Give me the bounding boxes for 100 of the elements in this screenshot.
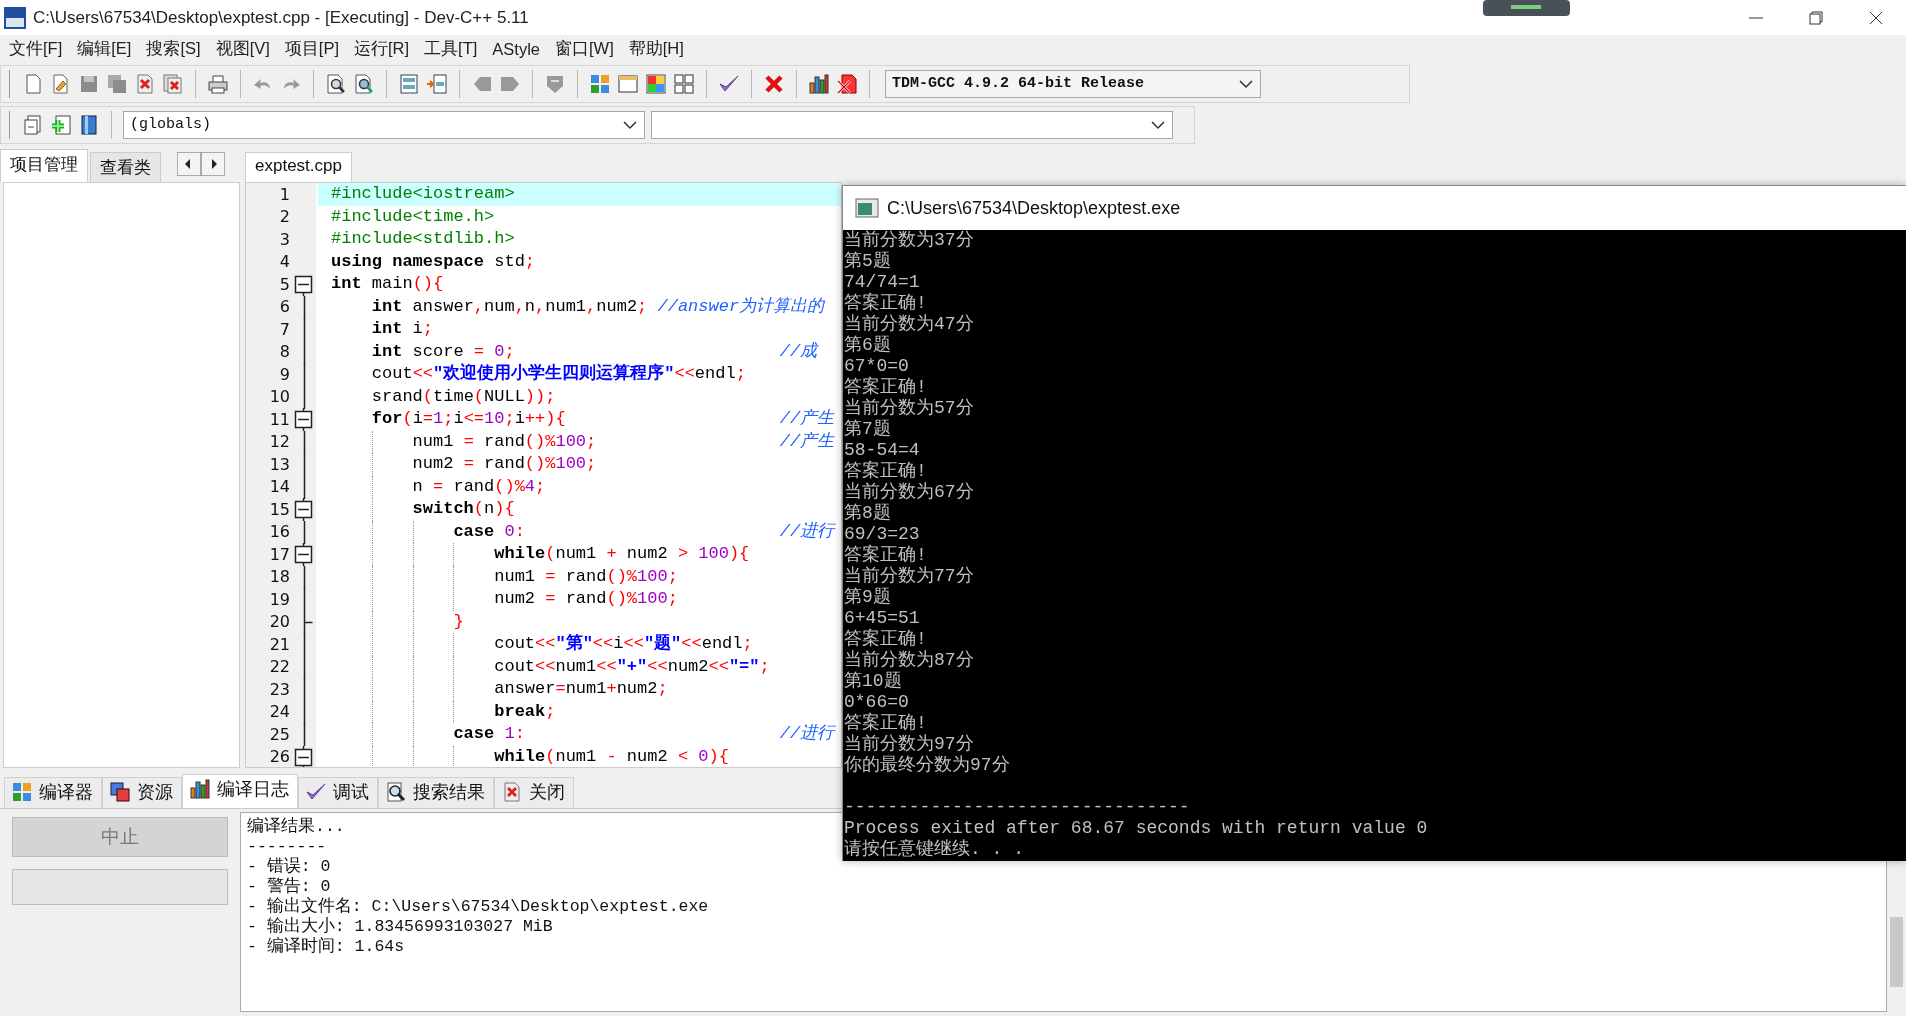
restore-icon [1809,10,1823,25]
scope-dropdown[interactable]: (globals) [123,110,645,139]
line-number: 12 [268,432,291,452]
menu-item[interactable]: 运行[R] [348,38,419,60]
line-number: 26 [268,747,291,767]
line-number: 20 [268,612,291,632]
console-line: 答案正确! [844,461,927,482]
line-number: 4 [278,252,291,272]
code-line: #include<stdlib.h> [331,229,515,248]
console-line: 第8题 [844,503,891,524]
close-icon [501,781,523,803]
line-number: 13 [268,454,291,474]
console-line: 当前分数为77分 [844,566,974,587]
code-line: #include<iostream> [331,184,515,203]
menu-item[interactable]: 窗口[W] [549,38,623,60]
code-comment: //进行 [779,520,835,543]
code-line: while(num1 + num2 > 100){ [493,544,750,563]
stop-icon[interactable] [763,72,785,95]
replace-icon[interactable] [353,72,375,95]
menu-item[interactable]: 视图[V] [209,38,279,60]
line-number: 11 [268,409,291,429]
console-line: 58-54=4 [844,440,920,460]
file-tab[interactable]: exptest.cpp [245,152,352,182]
menu-item[interactable]: AStyle [486,39,550,59]
line-number: 22 [268,657,291,677]
code-line: case 1: [452,724,525,743]
log-line: 编译结果... [247,817,345,837]
panel-tab[interactable]: 资源 [102,777,182,808]
menu-item[interactable]: 项目[P] [278,38,348,60]
overlap-squares-icon [109,781,131,803]
delete-document-icon[interactable] [836,72,858,95]
console-line: 当前分数为37分 [844,230,974,251]
line-number: 15 [268,499,291,519]
find-icon[interactable] [325,72,347,95]
console-line: 答案正确! [844,713,927,734]
log-line: - 输出文件名: C:\Users\67534\Desktop\exptest.exe [247,897,709,917]
console-line: 6+45=51 [844,608,920,628]
code-comment: //产生 [779,408,835,430]
menu-item[interactable]: 编辑[E] [71,38,141,60]
code-line: num2 = rand()%100; [493,589,678,608]
console-line: 第9题 [844,587,891,608]
add-icon[interactable] [50,113,72,136]
bar-chart-icon[interactable] [808,72,830,95]
menu-item[interactable]: 工具[T] [418,38,487,60]
console-line: 你的最终分数为97分 [844,755,1010,776]
panel-tab[interactable]: 调试 [298,777,378,808]
app-logo-icon [3,5,27,30]
code-line: answer=num1+num2; [493,679,668,698]
console-line: Process exited after 68.67 seconds with return value 0 [844,818,1428,839]
panel-tab[interactable]: 搜索结果 [378,777,494,808]
panel-tab[interactable]: 项目管理 [0,149,88,182]
line-number: 16 [268,522,291,542]
minimize-icon [1749,16,1763,19]
menu-item[interactable]: 文件[F] [3,38,72,60]
color-grid-icon[interactable] [645,72,667,95]
code-line: switch(n){ [411,499,515,518]
line-number: 6 [278,297,291,317]
documents-icon[interactable] [22,113,44,136]
line-number: 24 [268,702,291,722]
panel-icon[interactable] [398,72,420,95]
outline-grid-icon[interactable] [673,72,695,95]
book-icon[interactable] [78,113,100,136]
console-line: 0*66=0 [844,692,909,712]
menu-item[interactable]: 搜索[S] [140,38,210,60]
panel-tab[interactable]: 编译日志 [182,774,298,808]
code-line: num1 = rand()%100; [411,431,597,451]
console-line: -------------------------------- [844,796,1190,818]
log-line: - 错误: 0 [247,857,331,877]
log-line: - 警告: 0 [247,877,331,897]
print-icon[interactable] [207,72,229,95]
line-number: 19 [268,589,291,609]
code-line: for(i=1;i<=10;i++){ [370,409,566,428]
grid-icon[interactable] [589,72,611,95]
console-line: 第5题 [844,251,891,272]
code-line: case 0: [452,521,525,541]
compiler-dropdown[interactable]: TDM-GCC 4.9.2 64-bit Release [885,69,1261,98]
panel-tab[interactable]: 编译器 [4,777,102,808]
save-all-icon[interactable] [106,72,128,95]
line-number: 10 [268,387,291,407]
close-file-icon[interactable] [134,72,156,95]
grid-icon [11,781,33,803]
close-all-icon[interactable] [162,72,184,95]
panel-tab[interactable]: 关闭 [494,777,574,808]
line-number: 21 [268,634,291,654]
mini-widget-icon[interactable] [1483,0,1570,16]
log-line: - 编译时间: 1.64s [247,937,405,957]
code-line: while(num1 - num2 < 0){ [493,746,729,766]
log-line: - 输出大小: 1.83456993103027 MiB [247,917,553,937]
console-line: 当前分数为67分 [844,482,974,503]
function-dropdown[interactable] [651,110,1173,139]
code-line: } [452,611,464,631]
menu-item[interactable]: 帮助[H] [622,38,693,60]
indent-icon[interactable] [426,72,448,95]
line-number: 23 [268,679,291,699]
window-icon[interactable] [617,72,639,95]
code-line: break; [493,701,556,721]
console-line: 答案正确! [844,545,927,566]
panel-tab[interactable]: 查看类 [90,152,161,182]
console-line: 67*0=0 [844,356,909,376]
console-line: 当前分数为47分 [844,314,974,335]
